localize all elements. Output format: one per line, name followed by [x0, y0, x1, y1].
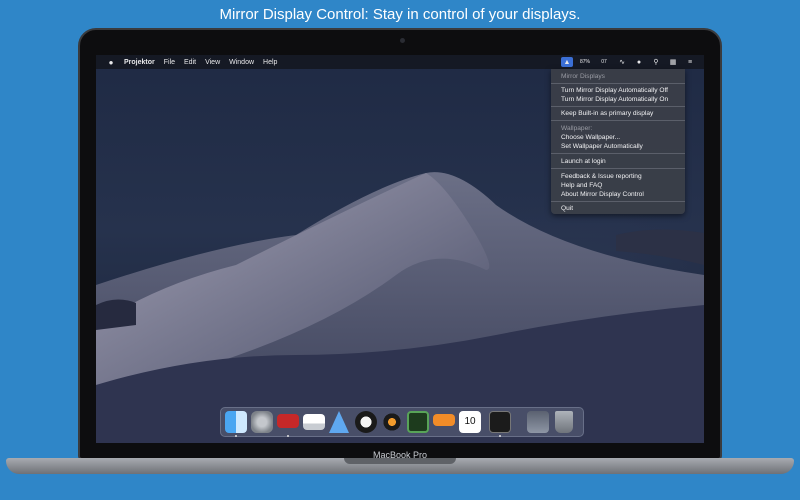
- menu-item-set-wallpaper[interactable]: Set Wallpaper Automatically: [561, 142, 643, 151]
- mirror-display-icon[interactable]: ▲: [561, 57, 573, 67]
- menu-app-name[interactable]: Projektor: [124, 59, 155, 66]
- dock: 10: [220, 407, 584, 437]
- menu-edit[interactable]: Edit: [184, 59, 196, 66]
- camera-icon: [400, 38, 405, 43]
- menu-header-wallpaper: Wallpaper:: [561, 125, 593, 132]
- menu-help[interactable]: Help: [263, 59, 277, 66]
- activity-monitor-icon[interactable]: [407, 411, 429, 433]
- finder-icon[interactable]: [225, 411, 247, 433]
- menu-separator: [551, 83, 685, 84]
- status-bar: ▲ 87% 07 ∿ ● ⚲ ▦ ≡: [556, 55, 696, 69]
- menu-item-about[interactable]: About Mirror Display Control: [561, 190, 644, 199]
- menu-separator: [551, 153, 685, 154]
- mirror-display-menu: Mirror Displays Turn Mirror Display Auto…: [551, 69, 685, 214]
- running-indicator: [235, 435, 237, 437]
- user-icon[interactable]: ●: [633, 57, 645, 67]
- menu-item-keep-builtin[interactable]: Keep Built-in as primary display: [561, 109, 653, 118]
- menu-separator: [551, 168, 685, 169]
- disk-utility-icon[interactable]: [381, 411, 403, 433]
- wifi-icon[interactable]: ∿: [616, 57, 628, 67]
- menu-item-feedback[interactable]: Feedback & Issue reporting: [561, 172, 642, 181]
- calendar-icon[interactable]: 10: [459, 411, 481, 433]
- mirror-display-control-icon[interactable]: [329, 411, 349, 433]
- coffee-icon[interactable]: [355, 411, 377, 433]
- temperature-icon[interactable]: 07: [597, 57, 611, 67]
- pages-icon[interactable]: [433, 414, 455, 426]
- running-indicator: [499, 435, 501, 437]
- battery-icon[interactable]: 87%: [578, 57, 592, 67]
- menu-bar: ● Projektor File Edit View Window Help ▲…: [96, 55, 704, 69]
- menu-separator: [551, 201, 685, 202]
- terminal-icon[interactable]: [489, 411, 511, 433]
- menu-view[interactable]: View: [205, 59, 220, 66]
- calendar-icon[interactable]: ▦: [667, 57, 679, 67]
- menu-separator: [551, 106, 685, 107]
- photo-booth-icon[interactable]: [277, 414, 299, 428]
- apple-menu-icon[interactable]: ●: [106, 58, 116, 67]
- system-preferences-icon[interactable]: [251, 411, 273, 433]
- laptop-base: [6, 458, 794, 474]
- menu-item-turn-off[interactable]: Turn Mirror Display Automatically Off: [561, 86, 668, 95]
- display-arrangement-icon[interactable]: [303, 414, 325, 430]
- notification-list-icon[interactable]: ≡: [684, 57, 696, 67]
- menu-separator: [551, 120, 685, 121]
- menu-item-turn-on[interactable]: Turn Mirror Display Automatically On: [561, 95, 668, 104]
- search-icon[interactable]: ⚲: [650, 57, 662, 67]
- menu-window[interactable]: Window: [229, 59, 254, 66]
- menu-file[interactable]: File: [164, 59, 175, 66]
- downloads-stack-icon[interactable]: [527, 411, 549, 433]
- menu-item-quit[interactable]: Quit: [561, 204, 573, 213]
- desktop-screen: ● Projektor File Edit View Window Help ▲…: [96, 55, 704, 443]
- running-indicator: [287, 435, 289, 437]
- laptop-model-label: MacBook Pro: [372, 450, 428, 460]
- menu-item-help-faq[interactable]: Help and FAQ: [561, 181, 602, 190]
- menu-item-launch-login[interactable]: Launch at login: [561, 157, 606, 166]
- trash-icon[interactable]: [555, 411, 573, 433]
- menu-item-choose-wallpaper[interactable]: Choose Wallpaper...: [561, 133, 620, 142]
- marketing-headline: Mirror Display Control: Stay in control …: [219, 6, 581, 23]
- menu-header-mirror-displays: Mirror Displays: [561, 73, 605, 80]
